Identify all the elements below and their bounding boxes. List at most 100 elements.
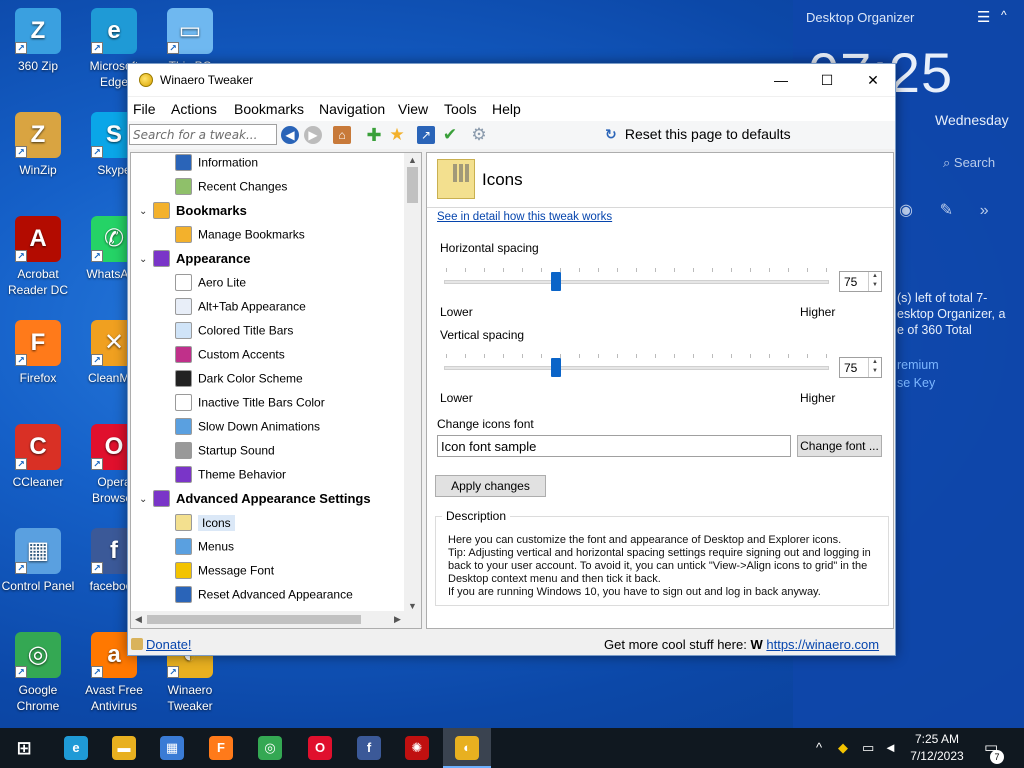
license-key-link[interactable]: se Key <box>897 374 939 392</box>
desktop-icon-label: Winaero Tweaker <box>167 683 213 713</box>
font-sample-field[interactable]: Icon font sample <box>437 435 791 457</box>
tree-item[interactable]: Message Font <box>175 562 274 584</box>
reset-page-button[interactable]: ↻ Reset this page to defaults <box>605 126 791 143</box>
volume-icon[interactable]: ◄ <box>884 740 897 755</box>
vertical-spacing-track[interactable] <box>444 366 829 370</box>
taskbar-firefox-icon[interactable]: F <box>209 736 233 760</box>
taskbar-store-icon[interactable]: ▦ <box>160 736 184 760</box>
apply-changes-button[interactable]: Apply changes <box>435 475 546 497</box>
menu-bookmarks[interactable]: Bookmarks <box>234 101 304 117</box>
tree-item[interactable]: Alt+Tab Appearance <box>175 298 306 320</box>
detail-link[interactable]: See in detail how this tweak works <box>437 211 612 223</box>
desktop-icon[interactable]: Z ↗ WinZip <box>0 112 76 178</box>
menu-view[interactable]: View <box>398 101 428 117</box>
taskbar-edge-icon[interactable]: e <box>64 736 88 760</box>
tree-item[interactable]: Information <box>175 154 258 176</box>
close-button[interactable]: ✕ <box>850 64 896 96</box>
edit-icon[interactable]: ✎ <box>940 202 953 219</box>
start-button[interactable]: ⊞ <box>12 736 36 760</box>
add-bookmark-icon[interactable]: ✚ <box>365 126 383 144</box>
taskbar-winaero-icon[interactable]: ◐ <box>455 736 479 760</box>
expand-chevron-icon[interactable]: ⌄ <box>139 494 147 505</box>
desktop-icon[interactable]: A ↗ Acrobat Reader DC <box>0 216 76 298</box>
scroll-thumb[interactable] <box>407 167 418 203</box>
taskbar-opera-icon[interactable]: O <box>308 736 332 760</box>
apply-check-icon[interactable]: ✔ <box>441 126 459 144</box>
scroll-up-icon[interactable]: ▲ <box>408 155 417 165</box>
tree-item[interactable]: Icons <box>175 514 235 536</box>
menu-actions[interactable]: Actions <box>171 101 217 117</box>
horizontal-spacing-slider[interactable] <box>550 272 561 291</box>
change-font-button[interactable]: Change font ... <box>797 435 882 457</box>
home-icon[interactable]: ⌂ <box>333 126 351 144</box>
tree-item[interactable]: Colored Title Bars <box>175 322 293 344</box>
tree-vertical-scrollbar[interactable]: ▲ ▼ <box>404 153 421 613</box>
scroll-left-icon[interactable]: ◀ <box>135 614 142 625</box>
spinner-arrows-icon[interactable]: ▲ ▼ <box>868 358 881 377</box>
winaero-link[interactable]: https://winaero.com <box>766 637 879 652</box>
menu-help[interactable]: Help <box>492 101 521 117</box>
menu-tools[interactable]: Tools <box>444 101 477 117</box>
collapse-icon[interactable]: ^ <box>1001 8 1007 22</box>
tree-item[interactable]: Dark Color Scheme <box>175 370 303 392</box>
shortcut-icon[interactable]: ↗ <box>417 126 435 144</box>
desktop-icon[interactable]: ◎ ↗ Google Chrome <box>0 632 76 714</box>
taskbar-clock[interactable]: 7:25 AM 7/12/2023 <box>905 731 969 765</box>
premium-link[interactable]: remium <box>897 356 939 374</box>
tree-item[interactable]: Manage Bookmarks <box>175 226 305 248</box>
menu-file[interactable]: File <box>133 101 156 117</box>
tree-item[interactable]: Recent Changes <box>175 178 287 200</box>
scroll-right-icon[interactable]: ▶ <box>394 614 401 625</box>
back-icon[interactable]: ◀ <box>281 126 299 144</box>
title-bar[interactable]: Winaero Tweaker — ☐ ✕ <box>128 64 895 96</box>
taskbar-chrome-icon[interactable]: ◎ <box>258 736 282 760</box>
menu-icon[interactable]: ☰ <box>977 8 990 26</box>
search-input[interactable]: Search for a tweak... <box>129 124 277 145</box>
bookmark-star-icon[interactable]: ★ <box>388 126 406 144</box>
tree-item[interactable]: Inactive Title Bars Color <box>175 394 325 416</box>
forward-icon[interactable]: ▶ <box>304 126 322 144</box>
tree-item[interactable]: Menus <box>175 538 234 560</box>
description-line: Desktop context menu and then tick it ba… <box>448 573 661 585</box>
tree-item[interactable]: Startup Sound <box>175 442 275 464</box>
tree-item[interactable]: Theme Behavior <box>175 466 286 488</box>
spinner-arrows-icon[interactable]: ▲ ▼ <box>868 272 881 291</box>
forward-icon[interactable]: » <box>980 202 989 219</box>
menu-navigation[interactable]: Navigation <box>319 101 385 117</box>
taskbar-game-icon[interactable]: ✺ <box>405 736 429 760</box>
tree-item[interactable]: Reset Advanced Appearance <box>175 586 353 608</box>
desktop-icon[interactable]: F ↗ Firefox <box>0 320 76 386</box>
organizer-links[interactable]: remium se Key <box>897 356 939 392</box>
network-icon[interactable]: ▭ <box>862 740 874 756</box>
tree-item[interactable]: Custom Accents <box>175 346 285 368</box>
tree-category[interactable]: ⌄ Advanced Appearance Settings <box>139 490 371 512</box>
maximize-button[interactable]: ☐ <box>804 64 850 96</box>
description-group: Description Here you can customize the f… <box>435 509 889 606</box>
donate-link[interactable]: Donate! <box>146 637 192 652</box>
tree-item[interactable]: Aero Lite <box>175 274 246 296</box>
desktop-icon[interactable]: Z ↗ 360 Zip <box>0 8 76 74</box>
taskbar-explorer-icon[interactable]: ▬ <box>112 736 136 760</box>
desktop-icon[interactable]: ▦ ↗ Control Panel <box>0 528 76 594</box>
tree-category[interactable]: ⌄ Bookmarks <box>139 202 247 224</box>
tree-item[interactable]: Slow Down Animations <box>175 418 320 440</box>
desktop-icon[interactable]: C ↗ CCleaner <box>0 424 76 490</box>
tree-horizontal-scrollbar[interactable]: ◀ ▶ <box>131 611 421 628</box>
horizontal-spacing-track[interactable] <box>444 280 829 284</box>
scroll-down-icon[interactable]: ▼ <box>408 601 417 611</box>
h-scroll-thumb[interactable] <box>147 615 361 624</box>
tweak-tree[interactable]: Information Recent Changes ⌄ Bookmarks Manag… <box>130 152 422 629</box>
tray-expand-icon[interactable]: ^ <box>816 740 822 755</box>
horizontal-spacing-spinner[interactable]: 75 ▲ ▼ <box>839 271 882 292</box>
eye-icon[interactable]: ◉ <box>899 202 913 219</box>
tree-category[interactable]: ⌄ Appearance <box>139 250 250 272</box>
settings-gear-icon[interactable]: ⚙ <box>470 126 488 144</box>
organizer-search[interactable]: ⌕ Search <box>943 155 995 171</box>
expand-chevron-icon[interactable]: ⌄ <box>139 206 147 217</box>
tray-app-icon[interactable]: ◆ <box>838 740 848 756</box>
vertical-spacing-spinner[interactable]: 75 ▲ ▼ <box>839 357 882 378</box>
expand-chevron-icon[interactable]: ⌄ <box>139 254 147 265</box>
vertical-spacing-slider[interactable] <box>550 358 561 377</box>
taskbar-facebook-icon[interactable]: f <box>357 736 381 760</box>
minimize-button[interactable]: — <box>758 64 804 96</box>
